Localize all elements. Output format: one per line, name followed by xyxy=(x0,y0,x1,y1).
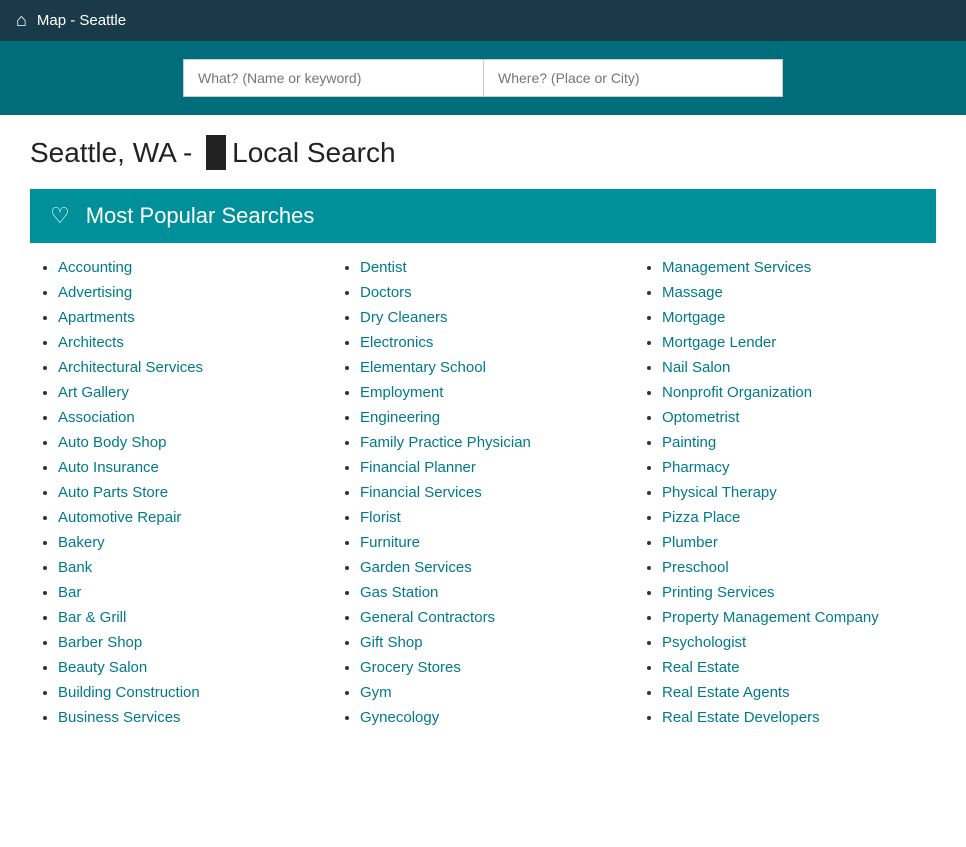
list-item[interactable]: Association xyxy=(58,409,322,426)
page-title-area: Seattle, WA - Local Search xyxy=(0,115,966,179)
list-column-1: Dentist Doctors Dry Cleaners Electronics Ele… xyxy=(332,259,634,734)
list-item[interactable]: Gas Station xyxy=(360,584,624,601)
list-item[interactable]: Auto Parts Store xyxy=(58,484,322,501)
list-item[interactable]: Architectural Services xyxy=(58,359,322,376)
list-item[interactable]: Garden Services xyxy=(360,559,624,576)
list-item[interactable]: Preschool xyxy=(662,559,926,576)
top-nav: ⌂ Map - Seattle xyxy=(0,0,966,41)
page-title-highlight xyxy=(206,135,226,170)
list-item[interactable]: Elementary School xyxy=(360,359,624,376)
list-item[interactable]: Real Estate xyxy=(662,659,926,676)
search-area xyxy=(0,41,966,115)
list-item[interactable]: Financial Planner xyxy=(360,459,624,476)
list-item[interactable]: Accounting xyxy=(58,259,322,276)
list-item[interactable]: Bar xyxy=(58,584,322,601)
list-item[interactable]: Nail Salon xyxy=(662,359,926,376)
list-item[interactable]: Psychologist xyxy=(662,634,926,651)
list-item[interactable]: Electronics xyxy=(360,334,624,351)
list-item[interactable]: Nonprofit Organization xyxy=(662,384,926,401)
list-item[interactable]: Physical Therapy xyxy=(662,484,926,501)
home-icon[interactable]: ⌂ xyxy=(16,10,27,31)
list-item[interactable]: Pharmacy xyxy=(662,459,926,476)
list-item[interactable]: Optometrist xyxy=(662,409,926,426)
list-item[interactable]: Plumber xyxy=(662,534,926,551)
list-item[interactable]: Management Services xyxy=(662,259,926,276)
list-item[interactable]: Printing Services xyxy=(662,584,926,601)
what-input[interactable] xyxy=(183,59,483,97)
list-item[interactable]: Engineering xyxy=(360,409,624,426)
popular-searches-title: Most Popular Searches xyxy=(86,203,315,229)
list-item[interactable]: Gym xyxy=(360,684,624,701)
list-item[interactable]: Advertising xyxy=(58,284,322,301)
list-item[interactable]: Gynecology xyxy=(360,709,624,726)
list-item[interactable]: Furniture xyxy=(360,534,624,551)
list-item[interactable]: Gift Shop xyxy=(360,634,624,651)
lists-area: Accounting Advertising Apartments Architect… xyxy=(30,259,936,734)
list-item[interactable]: Barber Shop xyxy=(58,634,322,651)
popular-searches-header: ♡ Most Popular Searches xyxy=(30,189,936,243)
list-item[interactable]: Property Management Company xyxy=(662,609,926,626)
page-title-suffix: Local Search xyxy=(232,137,395,168)
list-item[interactable]: Auto Body Shop xyxy=(58,434,322,451)
list-item[interactable]: Mortgage xyxy=(662,309,926,326)
where-input[interactable] xyxy=(483,59,783,97)
list-item[interactable]: Dry Cleaners xyxy=(360,309,624,326)
page-title-prefix: Seattle, WA - xyxy=(30,137,192,168)
list-item[interactable]: Dentist xyxy=(360,259,624,276)
list-item[interactable]: Massage xyxy=(662,284,926,301)
list-item[interactable]: Auto Insurance xyxy=(58,459,322,476)
list-item[interactable]: Painting xyxy=(662,434,926,451)
list-item[interactable]: Employment xyxy=(360,384,624,401)
list-item[interactable]: Bakery xyxy=(58,534,322,551)
list-item[interactable]: Automotive Repair xyxy=(58,509,322,526)
nav-title: Map - Seattle xyxy=(37,12,126,29)
list-item[interactable]: Business Services xyxy=(58,709,322,726)
list-item[interactable]: Doctors xyxy=(360,284,624,301)
list-column-2: Management Services Massage Mortgage Mortga… xyxy=(634,259,936,734)
list-item[interactable]: Mortgage Lender xyxy=(662,334,926,351)
list-item[interactable]: Florist xyxy=(360,509,624,526)
list-item[interactable]: Beauty Salon xyxy=(58,659,322,676)
list-item[interactable]: General Contractors xyxy=(360,609,624,626)
list-item[interactable]: Bank xyxy=(58,559,322,576)
list-item[interactable]: Family Practice Physician xyxy=(360,434,624,451)
heart-icon: ♡ xyxy=(50,203,70,229)
list-item[interactable]: Building Construction xyxy=(58,684,322,701)
list-item[interactable]: Art Gallery xyxy=(58,384,322,401)
page-title: Seattle, WA - Local Search xyxy=(30,137,936,169)
list-item[interactable]: Real Estate Developers xyxy=(662,709,926,726)
list-item[interactable]: Grocery Stores xyxy=(360,659,624,676)
list-item[interactable]: Pizza Place xyxy=(662,509,926,526)
list-item[interactable]: Architects xyxy=(58,334,322,351)
list-item[interactable]: Apartments xyxy=(58,309,322,326)
list-item[interactable]: Financial Services xyxy=(360,484,624,501)
list-column-0: Accounting Advertising Apartments Architect… xyxy=(30,259,332,734)
list-item[interactable]: Bar & Grill xyxy=(58,609,322,626)
list-item[interactable]: Real Estate Agents xyxy=(662,684,926,701)
